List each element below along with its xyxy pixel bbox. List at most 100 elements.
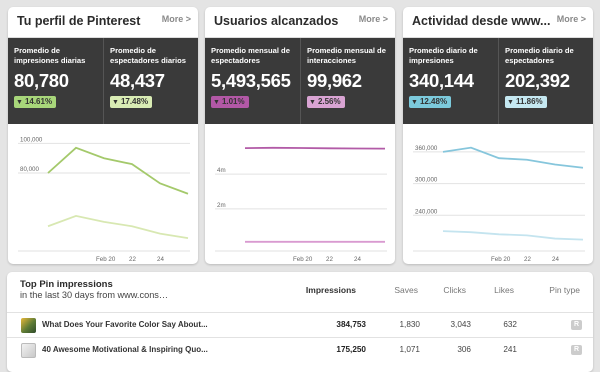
line-chart: 4m 2m Feb 20 22 24 — [205, 124, 395, 264]
y-tick-label: 360,000 — [415, 145, 438, 152]
change-value: 12.48% — [420, 97, 447, 106]
pin-thumbnail[interactable] — [21, 318, 36, 333]
pin-type-badge: R — [571, 320, 582, 330]
more-button[interactable]: More > — [359, 14, 388, 24]
stat-value: 340,144 — [409, 70, 474, 92]
down-arrow-icon: ▼ — [507, 97, 514, 109]
line-chart: 360,000 300,000 240,000 Feb 20 22 24 — [403, 124, 593, 264]
more-button[interactable]: More > — [557, 14, 586, 24]
y-tick-label: 4m — [217, 167, 226, 174]
y-tick-label: 240,000 — [415, 208, 438, 215]
clicks-cell: 3,043 — [451, 320, 472, 329]
table-subtitle: in the last 30 days from www.cons… — [20, 290, 168, 300]
top-pins-table: Top Pin impressions in the last 30 days … — [7, 272, 593, 372]
likes-cell: 632 — [503, 320, 517, 329]
change-value: 2.56% — [318, 97, 341, 106]
stat-value: 5,493,565 — [211, 70, 291, 92]
series-line — [48, 148, 188, 194]
card-pinterest-profile: Tu perfil de Pinterest More > Promedio d… — [8, 7, 198, 264]
series-line — [443, 148, 583, 168]
y-tick-label: 300,000 — [415, 177, 438, 184]
table-row[interactable]: 40 Awesome Motivational & Inspiring Quo.… — [7, 337, 593, 362]
stat-daily-viewers: Promedio de espectadores diarios 48,437 … — [103, 38, 198, 124]
impressions-cell: 175,250 — [336, 345, 366, 354]
card-title: Tu perfil de Pinterest — [17, 14, 140, 28]
stat-value: 48,437 — [110, 70, 165, 92]
impressions-cell: 384,753 — [336, 320, 366, 329]
card-title: Actividad desde www... — [412, 14, 550, 28]
card-reached-users: Usuarios alcanzados More > Promedio mens… — [205, 7, 395, 264]
chart-svg: 100,000 80,000 Feb 20 22 24 — [8, 124, 198, 264]
x-tick-label: 24 — [354, 256, 361, 263]
x-tick-label: Feb 20 — [491, 256, 511, 263]
change-badge: ▼14.61% — [14, 96, 56, 108]
pin-title[interactable]: What Does Your Favorite Color Say About.… — [42, 320, 208, 329]
x-tick-label: Feb 20 — [96, 256, 116, 263]
change-value: 11.86% — [516, 97, 543, 106]
down-arrow-icon: ▼ — [213, 97, 220, 109]
x-tick-label: Feb 20 — [293, 256, 313, 263]
column-header-saves[interactable]: Saves — [394, 285, 418, 295]
table-title: Top Pin impressions — [20, 279, 113, 290]
stat-monthly-interactions: Promedio mensual de interacciones 99,962… — [300, 38, 395, 124]
saves-cell: 1,830 — [400, 320, 421, 329]
pin-thumbnail[interactable] — [21, 343, 36, 358]
pin-title[interactable]: 40 Awesome Motivational & Inspiring Quo.… — [42, 345, 208, 354]
stat-daily-impressions: Promedio diario de impresiones 340,144 ▼… — [403, 38, 498, 124]
change-value: 17.48% — [121, 97, 148, 106]
down-arrow-icon: ▼ — [112, 97, 119, 109]
stat-value: 99,962 — [307, 70, 362, 92]
stat-daily-impressions: Promedio de impresiones diarias 80,780 ▼… — [8, 38, 103, 124]
down-arrow-icon: ▼ — [16, 97, 23, 109]
stats-panel: Promedio de impresiones diarias 80,780 ▼… — [8, 38, 198, 124]
x-tick-label: 22 — [326, 256, 333, 263]
stat-monthly-viewers: Promedio mensual de espectadores 5,493,5… — [205, 38, 300, 124]
column-header-pin-type[interactable]: Pin type — [549, 285, 580, 295]
y-tick-label: 100,000 — [20, 136, 43, 143]
stat-value: 202,392 — [505, 70, 570, 92]
stat-label: Promedio diario de impresiones — [409, 46, 494, 66]
stats-panel: Promedio diario de impresiones 340,144 ▼… — [403, 38, 593, 124]
likes-cell: 241 — [503, 345, 517, 354]
chart-svg: 4m 2m Feb 20 22 24 — [205, 124, 395, 264]
stat-daily-viewers: Promedio diario de espectadores 202,392 … — [498, 38, 593, 124]
pin-type-badge: R — [571, 345, 582, 355]
table-row[interactable]: What Does Your Favorite Color Say About.… — [7, 312, 593, 337]
chart-svg: 360,000 300,000 240,000 Feb 20 22 24 — [403, 124, 593, 264]
stat-label: Promedio de impresiones diarias — [14, 46, 99, 66]
clicks-cell: 306 — [457, 345, 471, 354]
y-tick-label: 2m — [217, 202, 226, 209]
stat-label: Promedio diario de espectadores — [505, 46, 590, 66]
card-header: Tu perfil de Pinterest More > — [8, 7, 198, 38]
change-badge: ▼11.86% — [505, 96, 547, 108]
change-badge: ▼2.56% — [307, 96, 345, 108]
stat-label: Promedio de espectadores diarios — [110, 46, 195, 66]
change-value: 14.61% — [25, 97, 52, 106]
stat-label: Promedio mensual de espectadores — [211, 46, 296, 66]
change-badge: ▼12.48% — [409, 96, 451, 108]
change-badge: ▼17.48% — [110, 96, 152, 108]
column-header-likes[interactable]: Likes — [494, 285, 514, 295]
series-line — [245, 148, 385, 149]
series-line — [443, 231, 583, 239]
saves-cell: 1,071 — [400, 345, 421, 354]
x-tick-label: 24 — [552, 256, 559, 263]
stat-value: 80,780 — [14, 70, 69, 92]
x-tick-label: 22 — [129, 256, 136, 263]
card-title: Usuarios alcanzados — [214, 14, 338, 28]
x-tick-label: 24 — [157, 256, 164, 263]
stats-panel: Promedio mensual de espectadores 5,493,5… — [205, 38, 395, 124]
column-header-impressions[interactable]: Impressions — [306, 285, 356, 295]
series-line — [48, 216, 188, 238]
stat-label: Promedio mensual de interacciones — [307, 46, 392, 66]
more-button[interactable]: More > — [162, 14, 191, 24]
card-header: Actividad desde www... More > — [403, 7, 593, 38]
down-arrow-icon: ▼ — [411, 97, 418, 109]
x-tick-label: 22 — [524, 256, 531, 263]
column-header-clicks[interactable]: Clicks — [443, 285, 466, 295]
line-chart: 100,000 80,000 Feb 20 22 24 — [8, 124, 198, 264]
change-badge: ▼1.01% — [211, 96, 249, 108]
y-tick-label: 80,000 — [20, 166, 39, 173]
card-site-activity: Actividad desde www... More > Promedio d… — [403, 7, 593, 264]
change-value: 1.01% — [222, 97, 245, 106]
